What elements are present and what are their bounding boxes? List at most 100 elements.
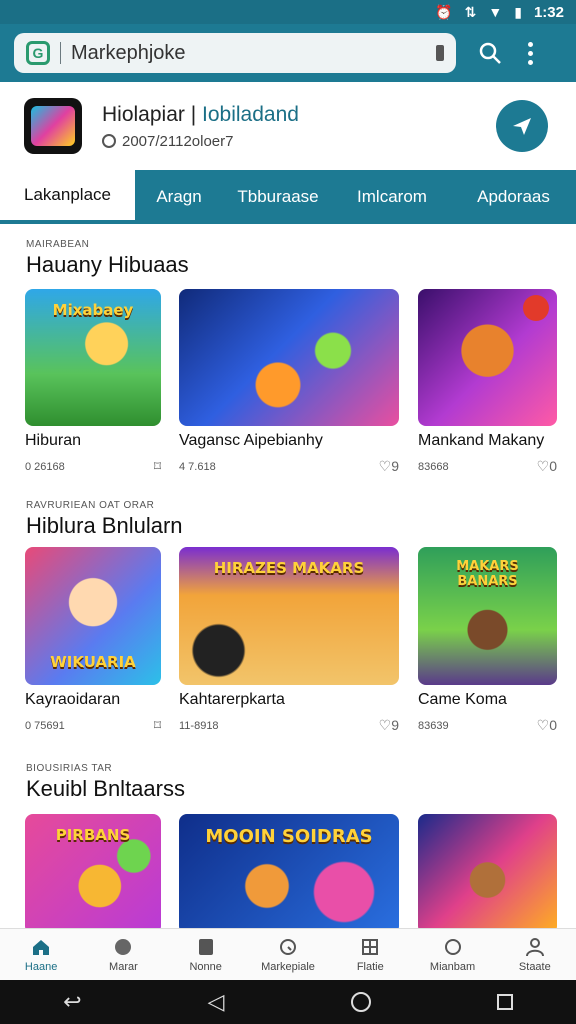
overview-icon[interactable] (496, 994, 513, 1010)
game-card[interactable]: Mankand Makany 83668 ♡0 (418, 289, 557, 475)
profile-title-main: Hiolapiar | (102, 102, 197, 126)
nav-label: Flatie (356, 960, 384, 973)
nav-label: Nonne (189, 960, 222, 973)
tab-imlcarom[interactable]: Imlcarom (333, 170, 451, 224)
profile-title-accent: Iobiladand (202, 102, 299, 126)
profile-header: Hiolapiar | Iobiladand 2007/2112oloer7 (0, 82, 576, 170)
game-thumbnail[interactable]: PIRBANS (25, 814, 161, 934)
tab-bar: Lakanplace Aragn Tbburaase Imlcarom Apdo… (0, 170, 576, 224)
copyright-icon (102, 134, 116, 148)
tab-tbburaase[interactable]: Tbburaase (223, 170, 333, 224)
game-card[interactable]: MAKARS BANARS Came Koma 83639 ♡0 (418, 547, 557, 734)
nav-label: Haane (24, 960, 58, 973)
thumbnail-title: MOOIN SOIDRAS (205, 826, 373, 847)
section-2: RAVRURIEAN OAT ORAR Hiblura Bnlularn WIK… (0, 497, 576, 747)
nav-nonne[interactable]: Nonne (165, 929, 247, 980)
status-bar: ⏰ ⇅ ▼ ▮ 1:32 (0, 0, 576, 24)
status-time: 1:32 (533, 3, 564, 21)
section-heading: Keuibl Bnltaarss (26, 776, 185, 801)
game-thumbnail[interactable] (179, 289, 399, 426)
like-icon[interactable]: ♡ (537, 717, 550, 733)
game-meta: 83668 (418, 460, 449, 473)
mic-icon[interactable] (436, 45, 444, 61)
home-button-icon[interactable] (350, 992, 371, 1012)
game-title: Kahtarerpkarta (179, 691, 285, 708)
nav-flatie[interactable]: Flatie (329, 929, 411, 980)
section-3: BIOUSIRIAS TAR Keuibl Bnltaarss PIRBANS … (0, 758, 576, 934)
bottom-navigation: Haane Marar Nonne Markepiale Flatie Mian… (0, 928, 576, 980)
game-meta: 4 7.618 (179, 460, 216, 473)
thumbnail-title: MAKARS BANARS (456, 559, 519, 589)
like-count: 9 (391, 717, 399, 733)
game-thumbnail[interactable]: MOOIN SOIDRAS (179, 814, 399, 934)
game-meta: 0 26168 (25, 460, 65, 473)
home-icon (33, 939, 50, 955)
game-card[interactable]: Vagansc Aipebianhy 4 7.618 ♡9 (179, 289, 399, 475)
globe-icon (115, 938, 132, 955)
game-thumbnail[interactable]: WIKUARIA (25, 547, 161, 685)
app-bar: G Markephjoke (0, 24, 576, 82)
more-options-icon[interactable] (528, 41, 533, 65)
new-badge (523, 295, 549, 321)
game-card[interactable]: Mixabaey Hiburan 0 26168 ⌑ (25, 289, 161, 475)
section-overline: RAVRURIEAN OAT ORAR (26, 500, 155, 511)
section-heading: Hauany Hibuaas (26, 252, 189, 277)
comment-icon[interactable]: ⌑ (154, 458, 161, 475)
search-divider (60, 42, 61, 64)
person-icon (525, 937, 544, 956)
heart-icon (444, 938, 461, 955)
like-icon[interactable]: ♡ (379, 458, 392, 474)
game-card[interactable] (418, 814, 557, 934)
tab-apdoraas[interactable]: Apdoraas (451, 170, 576, 224)
clock-icon (279, 938, 296, 955)
game-title: Mankand Makany (418, 432, 545, 449)
back-icon[interactable]: ◁ (208, 989, 225, 1015)
nav-label: Marar (109, 960, 138, 973)
nav-mianbam[interactable]: Mianbam (411, 929, 493, 980)
like-icon[interactable]: ♡ (379, 717, 392, 733)
recent-apps-icon[interactable]: ↩ (63, 989, 81, 1015)
section-overline: MAIRABEAN (26, 239, 90, 250)
profile-subtitle: 2007/2112oloer7 (102, 133, 496, 150)
game-meta: 0 75691 (25, 719, 65, 732)
thumbnail-title: PIRBANS (55, 826, 131, 844)
game-thumbnail[interactable]: HIRAZES MAKARS (179, 547, 399, 685)
nav-home[interactable]: Haane (0, 929, 82, 980)
alarm-icon: ⏰ (435, 3, 453, 20)
search-box[interactable]: G Markephjoke (14, 33, 456, 73)
game-thumbnail[interactable]: Mixabaey (25, 289, 161, 426)
thumbnail-title: WIKUARIA (50, 653, 136, 671)
game-meta: 11-8918 (179, 719, 219, 732)
profile-title: Hiolapiar | Iobiladand (102, 103, 496, 127)
game-thumbnail[interactable] (418, 814, 557, 934)
game-title: Vagansc Aipebianhy (179, 432, 323, 449)
nav-staate[interactable]: Staate (494, 929, 576, 980)
section-heading: Hiblura Bnlularn (26, 513, 183, 538)
game-card[interactable]: PIRBANS (25, 814, 161, 934)
game-card[interactable]: MOOIN SOIDRAS (179, 814, 399, 934)
search-icon[interactable] (478, 41, 502, 65)
like-icon[interactable]: ♡ (537, 458, 550, 474)
comment-icon[interactable]: ⌑ (154, 717, 161, 734)
card-icon (198, 938, 213, 955)
send-button[interactable] (496, 100, 548, 152)
game-thumbnail[interactable] (418, 289, 557, 426)
game-title: Came Koma (418, 691, 507, 708)
game-card[interactable]: HIRAZES MAKARS Kahtarerpkarta 11-8918 ♡9 (179, 547, 399, 734)
google-logo-icon: G (26, 41, 50, 65)
nav-label: Staate (518, 960, 551, 973)
game-title: Hiburan (25, 432, 82, 449)
search-input[interactable]: Markephjoke (71, 42, 426, 65)
app-icon[interactable] (24, 98, 82, 154)
grid-icon (362, 938, 379, 955)
game-thumbnail[interactable]: MAKARS BANARS (418, 547, 557, 685)
like-count: 0 (549, 717, 557, 733)
tab-aragn[interactable]: Aragn (135, 170, 223, 224)
nav-marar[interactable]: Marar (82, 929, 164, 980)
section-overline: BIOUSIRIAS TAR (26, 763, 113, 774)
thumbnail-title: Mixabaey (52, 301, 134, 319)
game-card[interactable]: WIKUARIA Kayraoidaran 0 75691 ⌑ (25, 547, 161, 734)
nav-markepiale[interactable]: Markepiale (247, 929, 329, 980)
send-icon (513, 118, 531, 135)
tab-marketplace[interactable]: Lakanplace (0, 170, 135, 224)
